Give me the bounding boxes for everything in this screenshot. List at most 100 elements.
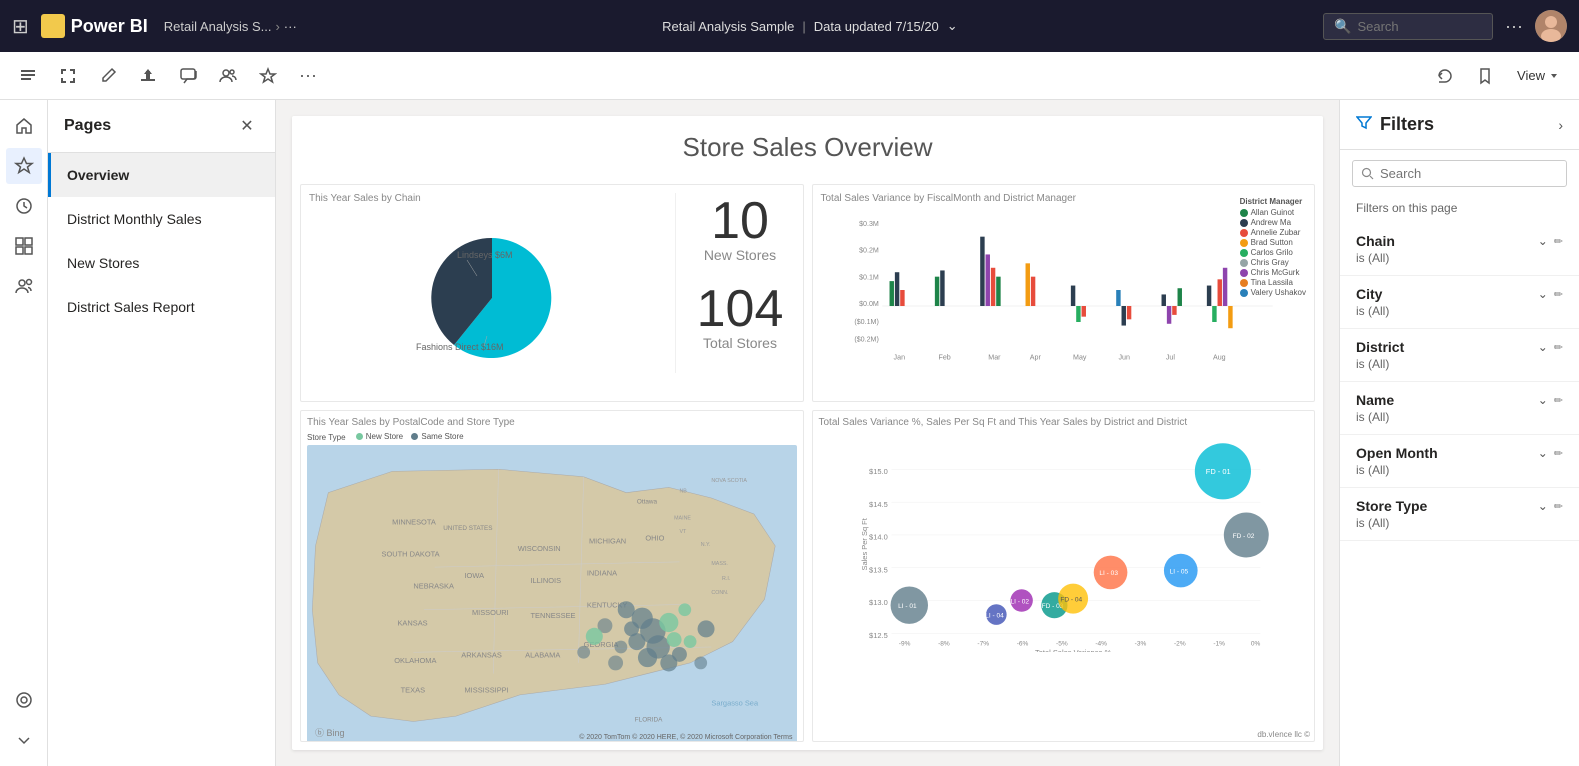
filter-edit-icon[interactable]: ✏ — [1554, 288, 1563, 301]
comment-button[interactable] — [172, 60, 204, 92]
filters-panel: Filters › Filters on this page Chain ⌄ ✏… — [1339, 100, 1579, 766]
filters-expand-button[interactable]: › — [1558, 117, 1563, 133]
share-button[interactable] — [132, 60, 164, 92]
filter-edit-icon[interactable]: ✏ — [1554, 447, 1563, 460]
filter-edit-icon[interactable]: ✏ — [1554, 341, 1563, 354]
svg-text:SOUTH DAKOTA: SOUTH DAKOTA — [381, 550, 439, 559]
bookmark-button[interactable] — [1469, 60, 1501, 92]
filter-item-open-month: Open Month ⌄ ✏ is (All) — [1340, 435, 1579, 488]
scatter-title: Total Sales Variance %, Sales Per Sq Ft … — [819, 417, 1309, 428]
page-list: OverviewDistrict Monthly SalesNew Stores… — [48, 153, 275, 329]
store-type-legend: Store Type New Store Same Store — [307, 432, 797, 442]
svg-text:ARKANSAS: ARKANSAS — [461, 651, 502, 660]
left-nav — [0, 100, 48, 766]
filter-edit-icon[interactable]: ✏ — [1554, 500, 1563, 513]
svg-text:$14.5: $14.5 — [869, 500, 888, 509]
filter-chevron-icon[interactable]: ⌄ — [1538, 446, 1548, 460]
svg-text:NEBRASKA: NEBRASKA — [413, 582, 454, 591]
more-options-button[interactable]: ··· — [1501, 12, 1527, 41]
pie-card[interactable]: This Year Sales by Chain Lind — [300, 184, 804, 402]
svg-text:OKLAHOMA: OKLAHOMA — [394, 656, 436, 665]
svg-text:INDIANA: INDIANA — [587, 569, 617, 578]
svg-text:May: May — [1073, 353, 1087, 361]
nav-home[interactable] — [6, 108, 42, 144]
grid-icon[interactable]: ⊞ — [12, 14, 29, 39]
nav-favorites[interactable] — [6, 148, 42, 184]
breadcrumb-chevron: › — [275, 19, 279, 34]
nav-apps[interactable] — [6, 228, 42, 264]
filter-chevron-icon[interactable]: ⌄ — [1538, 234, 1548, 248]
reading-view-button[interactable] — [12, 60, 44, 92]
filter-items-list: Chain ⌄ ✏ is (All) City ⌄ ✏ is (All) Dis… — [1340, 223, 1579, 541]
search-box[interactable]: 🔍 — [1323, 13, 1493, 40]
report-title-nav: Retail Analysis Sample — [662, 19, 794, 34]
svg-text:0%: 0% — [1250, 641, 1260, 648]
svg-text:MISSISSIPPI: MISSISSIPPI — [464, 686, 508, 695]
svg-text:FLORIDA: FLORIDA — [635, 717, 663, 724]
filter-actions: ⌄ ✏ — [1538, 340, 1563, 354]
filter-chevron-icon[interactable]: ⌄ — [1538, 287, 1548, 301]
teams-button[interactable] — [212, 60, 244, 92]
filter-chevron-icon[interactable]: ⌄ — [1538, 393, 1548, 407]
svg-text:MINNESOTA: MINNESOTA — [392, 518, 436, 527]
store-counts: 10 New Stores 104 Total Stores — [675, 193, 795, 373]
filter-chevron-icon[interactable]: ⌄ — [1538, 340, 1548, 354]
svg-text:Ottawa: Ottawa — [637, 499, 658, 506]
fit-button[interactable] — [52, 60, 84, 92]
filter-search-box[interactable] — [1352, 160, 1567, 187]
svg-text:MICHIGAN: MICHIGAN — [589, 537, 626, 546]
nav-people[interactable] — [6, 268, 42, 304]
scatter-card[interactable]: Total Sales Variance %, Sales Per Sq Ft … — [812, 410, 1316, 742]
svg-text:IOWA: IOWA — [464, 571, 484, 580]
undo-button[interactable] — [1429, 60, 1461, 92]
filter-value: is (All) — [1356, 463, 1563, 477]
new-stores-count: 10 — [711, 195, 769, 247]
data-updated: Data updated 7/15/20 — [814, 19, 939, 34]
chevron-down-icon[interactable]: ⌄ — [947, 18, 958, 34]
close-panel-button[interactable]: ✕ — [235, 114, 259, 138]
more-toolbar-button[interactable]: ··· — [292, 60, 324, 92]
panel-title: Pages — [64, 117, 111, 135]
svg-text:($0.1M): ($0.1M) — [854, 318, 879, 326]
pie-container: Lindseys $6M Fashions Direct $16M — [309, 208, 675, 388]
filter-edit-icon[interactable]: ✏ — [1554, 394, 1563, 407]
view-button[interactable]: View — [1509, 64, 1567, 87]
svg-text:$0.0M: $0.0M — [859, 300, 879, 308]
report-main-title: Store Sales Overview — [292, 116, 1323, 171]
filter-item-chain: Chain ⌄ ✏ is (All) — [1340, 223, 1579, 276]
filters-section-label: Filters on this page — [1340, 197, 1579, 223]
favorite-button[interactable] — [252, 60, 284, 92]
bar-chart-card[interactable]: Total Sales Variance by FiscalMonth and … — [812, 184, 1316, 402]
search-input[interactable] — [1357, 19, 1482, 34]
svg-text:-5%: -5% — [1056, 641, 1068, 648]
svg-text:Sales Per Sq Ft: Sales Per Sq Ft — [860, 518, 869, 571]
svg-text:LI - 05: LI - 05 — [1169, 569, 1188, 576]
svg-text:Apr: Apr — [1029, 353, 1041, 361]
dm-legend: District Manager Allan Guinot Andrew Ma … — [1240, 197, 1306, 297]
map-card[interactable]: This Year Sales by PostalCode and Store … — [300, 410, 804, 742]
nav-workspaces[interactable] — [6, 682, 42, 718]
bar-chart-title: Total Sales Variance by FiscalMonth and … — [821, 193, 1307, 204]
svg-text:Sargasso Sea: Sargasso Sea — [711, 699, 759, 708]
breadcrumb-more[interactable]: ··· — [284, 19, 297, 34]
svg-text:ALABAMA: ALABAMA — [525, 651, 560, 660]
svg-text:Mar: Mar — [988, 353, 1001, 361]
filter-edit-icon[interactable]: ✏ — [1554, 235, 1563, 248]
map-area[interactable]: MINNESOTA SOUTH DAKOTA NEBRASKA KANSAS O… — [307, 445, 797, 742]
filter-search-input[interactable] — [1380, 166, 1558, 181]
nav-recents[interactable] — [6, 188, 42, 224]
page-item-district-monthly-sales[interactable]: District Monthly Sales — [48, 197, 275, 241]
svg-text:N.Y.: N.Y. — [701, 542, 711, 548]
page-item-new-stores[interactable]: New Stores — [48, 241, 275, 285]
filter-item-city: City ⌄ ✏ is (All) — [1340, 276, 1579, 329]
nav-expand[interactable] — [6, 722, 42, 758]
total-stores-label: Total Stores — [703, 335, 777, 351]
page-item-district-sales-report[interactable]: District Sales Report — [48, 285, 275, 329]
svg-text:VT: VT — [679, 530, 687, 536]
edit-button[interactable] — [92, 60, 124, 92]
page-item-overview[interactable]: Overview — [48, 153, 275, 197]
main-layout: Pages ✕ OverviewDistrict Monthly SalesNe… — [0, 100, 1579, 766]
filter-chevron-icon[interactable]: ⌄ — [1538, 499, 1548, 513]
breadcrumb-item[interactable]: Retail Analysis S... — [164, 19, 272, 34]
view-label: View — [1517, 68, 1545, 83]
